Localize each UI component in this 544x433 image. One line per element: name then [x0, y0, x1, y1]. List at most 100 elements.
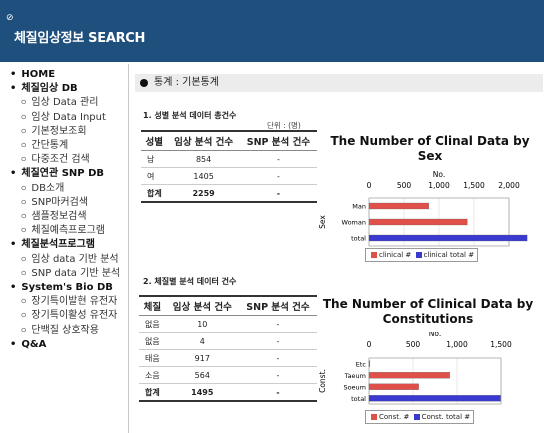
category-label: Etc	[356, 360, 367, 368]
sidebar-item-9[interactable]: SNP마커검색	[20, 196, 88, 209]
x-tick-label: 500	[406, 340, 421, 349]
bar-etc	[368, 360, 371, 367]
clinical-count: 564	[165, 366, 239, 384]
sidebar-section-7[interactable]: 체질연관 SNP DB	[10, 167, 104, 180]
app-title[interactable]: 체질임상정보 SEARCH	[14, 27, 145, 46]
bar-taeum	[368, 372, 450, 379]
chart2-legend: Const. # Const. total #	[365, 410, 475, 424]
category-label: Man	[352, 203, 366, 211]
legend-label: Const. total #	[421, 413, 471, 421]
constitution-bar-chart: No. 0 500 1,000 1,500 Const. Etc Taeum Soeum tota…	[318, 332, 512, 405]
row-label: 합계	[139, 383, 166, 402]
sidebar-item-5[interactable]: 간단통계	[20, 139, 68, 152]
row-label: 합계	[141, 184, 168, 203]
sidebar-item-14[interactable]: SNP data 기반 분석	[20, 267, 120, 280]
legend-swatch-total	[415, 252, 422, 258]
sidebar-item-10[interactable]: 샘플정보검색	[20, 210, 86, 223]
clinical-count: 854	[167, 150, 240, 168]
clinical-count: 2259	[167, 184, 240, 203]
category-label: Soeum	[343, 383, 366, 391]
sidebar-item-3[interactable]: 임상 Data Input	[20, 111, 106, 124]
table-row: 태음 917 -	[139, 349, 317, 367]
col-header: SNP 분석 건수	[238, 295, 317, 316]
chart1-title: The Number of Clinal Data by Sex	[330, 134, 530, 163]
snp-count: -	[238, 366, 317, 384]
legend-swatch-clinical	[371, 252, 377, 258]
sidebar-item-16[interactable]: 장기특이발현 유전자	[20, 295, 117, 308]
col-header: 임상 분석 건수	[165, 295, 239, 316]
sidebar-section-0[interactable]: HOME	[10, 68, 55, 81]
col-header: SNP 분석 건수	[239, 130, 317, 151]
snp-count: -	[239, 167, 317, 185]
clinical-count: 1405	[167, 167, 240, 185]
y-axis-label: Sex	[318, 215, 327, 229]
sidebar-section-19[interactable]: Q&A	[10, 338, 46, 351]
row-label: 없음	[139, 315, 166, 333]
row-label: 여	[141, 167, 168, 185]
col-header: 체질	[139, 295, 166, 316]
x-tick-label: 2,000	[498, 181, 520, 190]
clinical-count: 1495	[165, 383, 239, 402]
table-row: 여 1405 -	[141, 167, 317, 185]
snp-count: -	[239, 150, 317, 168]
snp-count: -	[238, 383, 317, 402]
clinical-count: 10	[165, 315, 239, 333]
table-row: 없음 10 -	[139, 315, 317, 333]
bar-soeum	[368, 383, 419, 390]
col-header: 임상 분석 건수	[167, 130, 240, 151]
snp-count: -	[239, 184, 317, 203]
sidebar-item-13[interactable]: 임상 data 기반 분석	[20, 253, 118, 266]
x-tick-label: 1,500	[463, 181, 485, 190]
legend-swatch-const	[371, 414, 377, 420]
sidebar-item-11[interactable]: 체질예측프로그램	[20, 224, 105, 237]
row-label: 태음	[139, 349, 166, 367]
bar-total	[368, 395, 501, 402]
row-label: 없음	[139, 332, 166, 350]
logo-icon: ⊘	[6, 13, 14, 23]
legend-label: clinical total #	[423, 251, 475, 259]
table-row-total: 합계 1495 -	[139, 383, 317, 402]
sidebar-nav: HOME체질임상 DB임상 Data 관리임상 Data Input기본정보조회…	[0, 68, 128, 433]
snp-count: -	[238, 332, 317, 350]
sidebar-item-8[interactable]: DB소개	[20, 182, 64, 195]
sidebar-section-1[interactable]: 체질임상 DB	[10, 82, 77, 95]
sex-table: 성별 임상 분석 건수 SNP 분석 건수 남 854 - 여 1405 - 합…	[141, 130, 317, 203]
x-tick-label: 1,000	[428, 181, 450, 190]
sidebar-item-6[interactable]: 다중조건 검색	[20, 153, 89, 166]
legend-swatch-total	[413, 414, 420, 420]
clinical-count: 917	[165, 349, 239, 367]
category-label: total	[351, 395, 366, 403]
x-axis-label: No.	[433, 170, 445, 179]
table-row: 남 854 -	[141, 150, 317, 168]
sidebar-divider	[128, 64, 129, 433]
legend-label: clinical #	[379, 251, 412, 259]
sidebar-section-15[interactable]: System's Bio DB	[10, 281, 112, 294]
bar-man	[368, 202, 429, 210]
bar-woman	[368, 218, 468, 226]
clinical-count: 4	[165, 332, 239, 350]
y-axis-label: Const.	[318, 369, 327, 393]
breadcrumb: 통계 : 기본통계	[135, 74, 543, 92]
x-tick-label: 0	[367, 181, 372, 190]
category-label: Taeum	[344, 372, 366, 380]
sidebar-item-17[interactable]: 장기특이활성 유전자	[20, 309, 117, 322]
table-row-total: 합계 2259 -	[141, 184, 317, 203]
col-header: 성별	[141, 130, 168, 151]
x-tick-label: 0	[367, 340, 372, 349]
sidebar-item-18[interactable]: 단백질 상호작용	[20, 324, 99, 337]
sidebar-section-12[interactable]: 체질분석프로그램	[10, 238, 95, 251]
bar-total	[368, 234, 528, 242]
snp-count: -	[238, 349, 317, 367]
category-label: total	[351, 235, 366, 243]
snp-count: -	[238, 315, 317, 333]
sidebar-item-4[interactable]: 기본정보조회	[20, 125, 86, 138]
x-tick-label: 500	[397, 181, 412, 190]
chart1-legend: clinical # clinical total #	[365, 248, 479, 262]
row-label: 소음	[139, 366, 166, 384]
sidebar-item-2[interactable]: 임상 Data 관리	[20, 96, 98, 109]
table-row: 소음 564 -	[139, 366, 317, 384]
bullet-icon	[140, 79, 148, 87]
section1-title: 1. 성별 분석 데이터 총건수	[143, 111, 237, 120]
row-label: 남	[141, 150, 168, 168]
app-header: ⊘ 체질임상정보 SEARCH	[0, 0, 544, 62]
